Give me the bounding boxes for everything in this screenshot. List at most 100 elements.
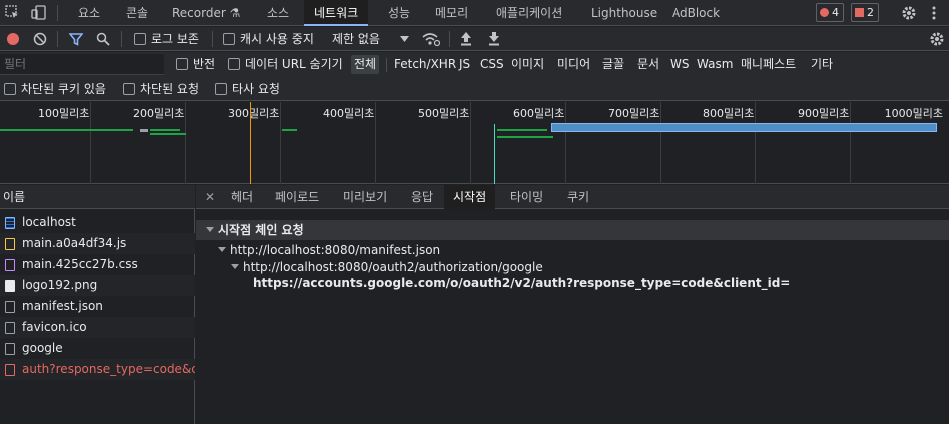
filter-type-img[interactable]: 이미지 bbox=[509, 55, 546, 74]
request-name: main.425cc27b.css bbox=[22, 257, 138, 271]
request-name: logo192.png bbox=[22, 278, 98, 292]
overview-tick: 600밀리초 bbox=[513, 107, 565, 120]
img-file-icon bbox=[5, 280, 15, 292]
tab-console[interactable]: 콘솔 bbox=[124, 0, 150, 26]
overview-tick: 100밀리초 bbox=[38, 107, 90, 120]
initiator-chain-item[interactable]: http://localhost:8080/oauth2/authorizati… bbox=[231, 260, 543, 274]
request-name: favicon.ico bbox=[22, 320, 87, 334]
blocked-requests-checkbox[interactable] bbox=[123, 83, 135, 95]
tab-response[interactable]: 응답 bbox=[410, 185, 434, 209]
request-row[interactable]: favicon.ico bbox=[0, 317, 195, 338]
filter-type-wasm[interactable]: Wasm bbox=[695, 55, 735, 74]
error-count-badge[interactable]: 4 bbox=[816, 3, 844, 22]
request-row[interactable]: logo192.png bbox=[0, 275, 195, 296]
tab-network[interactable]: 네트워크 bbox=[304, 0, 369, 26]
tab-timing[interactable]: 타이밍 bbox=[509, 185, 544, 209]
throttling-select[interactable]: 제한 없음 bbox=[332, 27, 380, 51]
request-row[interactable]: manifest.json bbox=[0, 296, 195, 317]
request-row[interactable]: auth?response_type=code&cl... bbox=[0, 359, 195, 380]
name-column-header[interactable]: 이름 bbox=[0, 185, 195, 209]
initiator-url: http://localhost:8080/oauth2/authorizati… bbox=[243, 260, 543, 274]
blocked-cookies-checkbox[interactable] bbox=[4, 83, 16, 95]
request-row[interactable]: localhost bbox=[0, 212, 195, 233]
filter-bar-secondary: 차단된 쿠키 있음 차단된 요청 타사 요청 bbox=[0, 77, 949, 101]
tab-application[interactable]: 애플리케이션 bbox=[494, 0, 564, 26]
disable-cache-checkbox[interactable] bbox=[223, 33, 235, 45]
filter-type-doc[interactable]: 문서 bbox=[635, 55, 661, 74]
tab-memory[interactable]: 메모리 bbox=[433, 0, 470, 26]
request-name: auth?response_type=code&cl... bbox=[22, 362, 195, 376]
overview-request-bar bbox=[150, 129, 180, 131]
tab-cookies[interactable]: 쿠키 bbox=[566, 185, 590, 209]
preserve-log-checkbox[interactable] bbox=[134, 33, 146, 45]
filter-type-ws[interactable]: WS bbox=[668, 55, 691, 74]
filter-type-other[interactable]: 기타 bbox=[809, 55, 835, 74]
tab-recorder[interactable]: Recorder ⚗ bbox=[170, 0, 242, 26]
request-row[interactable]: main.425cc27b.css bbox=[0, 254, 195, 275]
invert-checkbox[interactable] bbox=[176, 58, 188, 70]
settings-gear-icon[interactable] bbox=[901, 5, 917, 21]
record-icon[interactable] bbox=[6, 32, 20, 46]
doc-file-icon bbox=[5, 217, 15, 229]
tab-headers[interactable]: 헤더 bbox=[230, 185, 254, 209]
filter-type-fetch-xhr[interactable]: Fetch/XHR bbox=[392, 55, 458, 74]
tab-payload[interactable]: 페이로드 bbox=[274, 185, 320, 209]
tab-lighthouse[interactable]: Lighthouse bbox=[589, 0, 659, 26]
tab-elements[interactable]: 요소 bbox=[76, 0, 102, 26]
close-details-icon[interactable]: ✕ bbox=[204, 185, 216, 209]
third-party-checkbox[interactable] bbox=[215, 83, 227, 95]
filter-type-font[interactable]: 글꼴 bbox=[600, 55, 626, 74]
inspect-element-icon[interactable] bbox=[5, 5, 19, 19]
initiator-chain-item-selected[interactable]: https://accounts.google.com/o/oauth2/v2/… bbox=[253, 276, 790, 290]
collapse-triangle-icon bbox=[206, 227, 214, 232]
overview-request-bar bbox=[497, 136, 553, 138]
overview-tick: 500밀리초 bbox=[418, 107, 470, 120]
request-initiator-chain-header[interactable]: 시작점 체인 요청 bbox=[196, 220, 949, 240]
network-settings-gear-icon[interactable] bbox=[929, 31, 945, 47]
export-har-icon[interactable] bbox=[487, 31, 501, 46]
overview-tick: 1000밀리초 bbox=[884, 107, 943, 120]
tab-adblock[interactable]: AdBlock bbox=[670, 0, 722, 26]
more-options-icon[interactable] bbox=[931, 5, 937, 21]
import-har-icon[interactable] bbox=[459, 31, 473, 46]
clear-icon[interactable] bbox=[33, 32, 47, 46]
tab-performance[interactable]: 성능 bbox=[386, 0, 412, 26]
filter-type-all[interactable]: 전체 bbox=[351, 55, 380, 74]
filter-input[interactable] bbox=[0, 54, 164, 75]
overview-tick: 300밀리초 bbox=[228, 107, 280, 120]
flask-icon: ⚗ bbox=[229, 6, 241, 20]
expand-triangle-icon bbox=[218, 247, 226, 252]
other-file-icon bbox=[5, 301, 15, 313]
device-toolbar-icon[interactable] bbox=[31, 5, 47, 20]
issues-count-badge[interactable]: 2 bbox=[851, 3, 879, 22]
overview-request-bar-selected bbox=[551, 123, 937, 132]
tab-preview[interactable]: 미리보기 bbox=[342, 185, 388, 209]
filter-type-media[interactable]: 미디어 bbox=[555, 55, 592, 74]
request-name: manifest.json bbox=[22, 299, 103, 313]
request-row[interactable]: main.a0a4df34.js bbox=[0, 233, 195, 254]
network-overview-timeline[interactable]: 100밀리초 200밀리초 300밀리초 400밀리초 500밀리초 600밀리… bbox=[0, 102, 949, 184]
overview-tick: 900밀리초 bbox=[798, 107, 850, 120]
request-row[interactable]: google bbox=[0, 338, 195, 359]
dom-content-loaded-line bbox=[250, 102, 251, 184]
overview-request-bar bbox=[0, 129, 133, 131]
filter-icon[interactable] bbox=[69, 32, 83, 46]
initiator-chain-item[interactable]: http://localhost:8080/manifest.json bbox=[218, 243, 440, 257]
hide-data-urls-checkbox[interactable] bbox=[228, 58, 240, 70]
network-toolbar: 로그 보존 캐시 사용 중지 제한 없음 bbox=[0, 27, 949, 51]
error-file-icon bbox=[5, 364, 15, 376]
overview-request-bar bbox=[282, 129, 297, 131]
request-name: google bbox=[22, 341, 63, 355]
tab-recorder-label: Recorder bbox=[172, 6, 226, 20]
tab-initiator[interactable]: 시작점 bbox=[444, 185, 496, 209]
search-icon[interactable] bbox=[96, 32, 110, 46]
preserve-log-label: 로그 보존 bbox=[151, 32, 199, 46]
filter-type-manifest[interactable]: 매니페스트 bbox=[739, 55, 798, 74]
request-name: localhost bbox=[22, 215, 76, 229]
network-conditions-icon[interactable] bbox=[422, 31, 440, 47]
issue-count: 2 bbox=[867, 6, 874, 19]
filter-type-css[interactable]: CSS bbox=[478, 55, 506, 74]
chevron-down-icon[interactable] bbox=[400, 36, 409, 42]
filter-type-js[interactable]: JS bbox=[457, 55, 472, 74]
tab-sources[interactable]: 소스 bbox=[265, 0, 291, 26]
